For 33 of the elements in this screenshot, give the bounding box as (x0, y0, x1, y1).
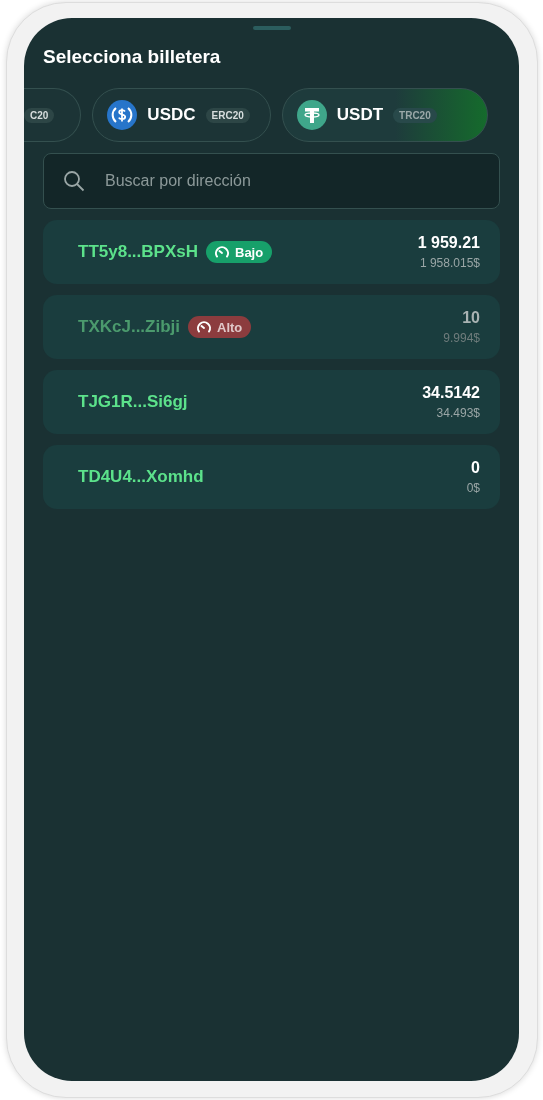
gauge-icon (196, 319, 213, 335)
drag-handle[interactable] (252, 26, 291, 30)
risk-badge: Alto (188, 316, 252, 338)
wallet-address: TJG1R...Si6gj (78, 392, 188, 412)
token-chip[interactable]: C20 (24, 88, 82, 142)
wallet-address: TXKcJ...Zibji (78, 317, 181, 337)
dollar-coin-icon (107, 100, 138, 130)
network-tag: ERC20 (205, 107, 250, 123)
token-amount: 10 (462, 309, 480, 327)
token-name: USDT (336, 105, 384, 125)
wallet-row[interactable]: TJG1R...Si6gj 34.5142 34.493$ (43, 370, 500, 434)
token-amount: 34.5142 (422, 384, 480, 402)
token-name: USDC (147, 105, 196, 125)
wallet-row[interactable]: TD4U4...Xomhd 0 0$ (43, 445, 500, 509)
gauge-icon (214, 244, 230, 260)
sheet-title: Selecciona billetera (43, 46, 222, 68)
network-tag: TRC20 (393, 107, 437, 123)
tether-coin-icon (296, 100, 327, 130)
wallet-address: TT5y8...BPXsH (78, 242, 198, 262)
risk-badge: Bajo (206, 241, 273, 263)
token-chip[interactable]: USDC ERC20 (92, 88, 271, 142)
fiat-amount: 9.994$ (443, 331, 480, 345)
fiat-amount: 34.493$ (436, 406, 480, 420)
network-tag: C20 (24, 107, 55, 123)
fiat-amount: 0$ (466, 481, 480, 495)
wallet-row[interactable]: TT5y8...BPXsH Bajo 1 959.21 1 958.015$ (43, 220, 500, 284)
token-amount: 0 (471, 459, 480, 477)
search-icon (63, 170, 85, 192)
token-chip[interactable]: USDT TRC20 (281, 88, 488, 142)
token-amount: 1 959.21 (417, 234, 480, 252)
fiat-amount: 1 958.015$ (419, 256, 480, 270)
wallet-address: TD4U4...Xomhd (78, 467, 204, 487)
search-field[interactable]: Buscar por dirección (43, 153, 500, 209)
